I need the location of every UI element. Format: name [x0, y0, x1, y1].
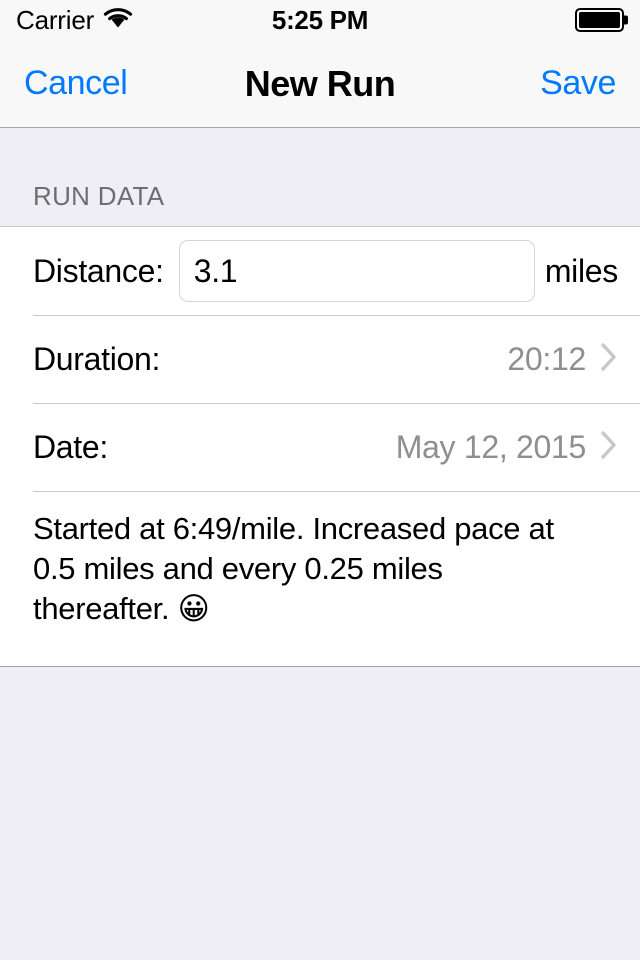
duration-value: 20:12 [507, 340, 586, 377]
grinning-face-emoji: 😀 [177, 591, 210, 627]
notes-text[interactable]: Started at 6:49/mile. Increased pace at … [33, 509, 618, 629]
date-label: Date: [33, 428, 108, 465]
duration-label: Duration: [33, 340, 161, 377]
section-header-label: RUN DATA [33, 181, 165, 211]
chevron-right-icon [600, 342, 618, 377]
notes-body: Started at 6:49/mile. Increased pace at … [33, 511, 554, 626]
distance-input[interactable] [178, 240, 535, 302]
section-header-run-data: RUN DATA [0, 128, 640, 226]
battery-full-icon [575, 8, 628, 32]
distance-label: Distance: [33, 252, 164, 289]
duration-accessory: 20:12 [507, 341, 618, 378]
status-bar-right [575, 8, 628, 32]
navigation-bar: Cancel New Run Save [0, 40, 640, 128]
table-background [0, 667, 640, 960]
save-button[interactable]: Save [540, 64, 616, 103]
cancel-button[interactable]: Cancel [24, 64, 128, 103]
status-bar-left: Carrier [16, 5, 133, 36]
date-value: May 12, 2015 [395, 428, 587, 465]
status-bar: Carrier 5:25 PM [0, 0, 640, 40]
row-distance: Distance: miles [0, 227, 640, 315]
form-table: RUN DATA Distance: miles Duration: 20:12 [0, 128, 640, 960]
app-screen: Carrier 5:25 PM Cancel New Run Save RUN [0, 0, 640, 960]
chevron-right-icon [600, 430, 618, 465]
carrier-label: Carrier [16, 4, 95, 35]
row-notes[interactable]: Started at 6:49/mile. Increased pace at … [0, 491, 640, 666]
row-duration[interactable]: Duration: 20:12 [0, 315, 640, 403]
run-data-section: Distance: miles Duration: 20:12 [0, 226, 640, 667]
row-date[interactable]: Date: May 12, 2015 [0, 403, 640, 491]
distance-unit-label: miles [544, 252, 618, 289]
date-accessory: May 12, 2015 [396, 429, 618, 466]
wifi-icon [103, 7, 133, 34]
